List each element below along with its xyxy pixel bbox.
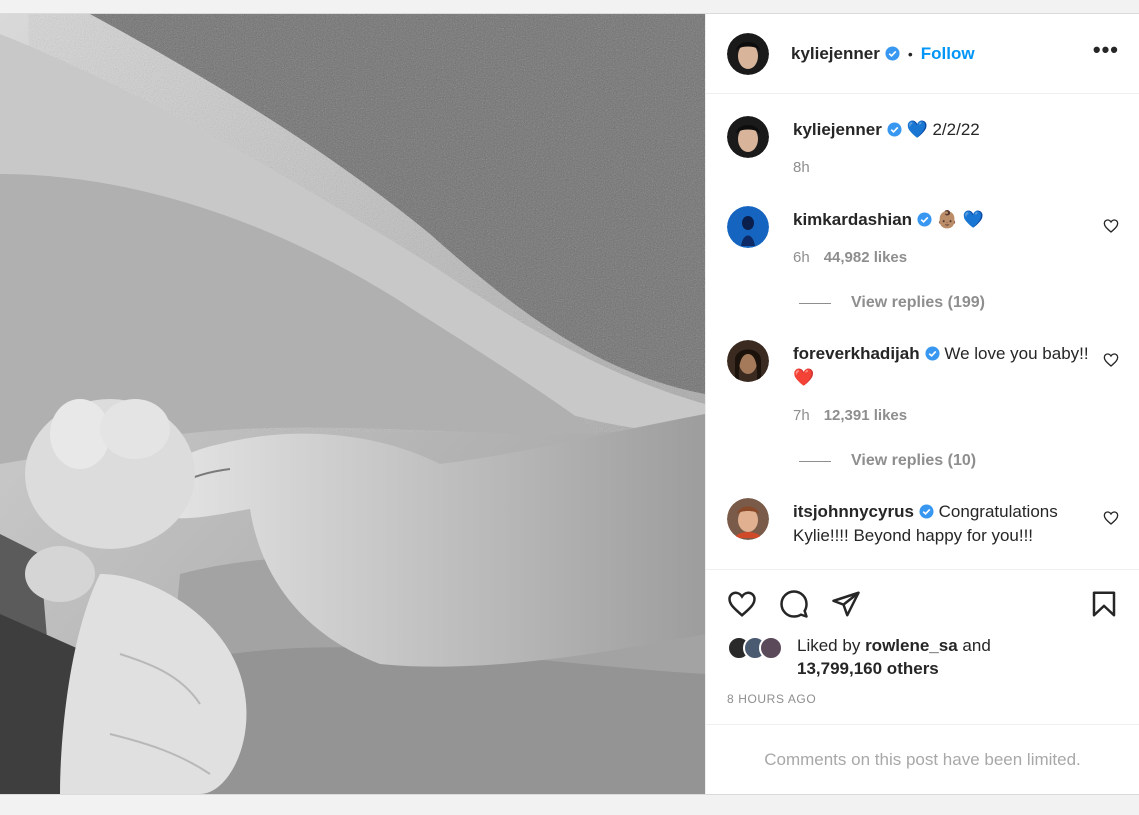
comment: foreverkhadijah We love you baby!! ❤️ 7h… bbox=[727, 340, 1119, 428]
liked-by-avatars bbox=[727, 634, 795, 680]
post-sidebar: kyliejenner • Follow ••• kyliejenner 💙 2… bbox=[705, 14, 1139, 794]
liked-by: Liked by rowlene_sa and 13,799,160 other… bbox=[727, 634, 1119, 680]
paper-plane-icon[interactable] bbox=[831, 589, 861, 619]
bookmark-icon[interactable] bbox=[1089, 589, 1119, 619]
comment-bubble-icon[interactable] bbox=[779, 589, 809, 619]
instagram-post: kyliejenner • Follow ••• kyliejenner 💙 2… bbox=[0, 13, 1139, 795]
avatar[interactable] bbox=[727, 340, 769, 382]
comment-likes[interactable]: 12,391 likes bbox=[824, 407, 907, 424]
comments-limited-notice: Comments on this post have been limited. bbox=[706, 724, 1139, 794]
follow-button[interactable]: Follow bbox=[921, 44, 975, 64]
heart-icon[interactable] bbox=[1103, 510, 1119, 526]
heart-icon[interactable] bbox=[1103, 218, 1119, 234]
header-username[interactable]: kyliejenner bbox=[791, 44, 880, 64]
verified-badge-icon bbox=[887, 122, 902, 137]
avatar[interactable] bbox=[727, 116, 769, 158]
comment-username[interactable]: kimkardashian bbox=[793, 210, 912, 229]
post-actions: Liked by rowlene_sa and 13,799,160 other… bbox=[706, 569, 1139, 724]
avatar[interactable] bbox=[727, 498, 769, 540]
comment-likes[interactable]: 44,982 likes bbox=[824, 249, 907, 266]
post-header: kyliejenner • Follow ••• bbox=[706, 14, 1139, 94]
heart-icon[interactable] bbox=[1103, 352, 1119, 368]
comment-username[interactable]: foreverkhadijah bbox=[793, 344, 920, 363]
view-replies-button[interactable]: View replies (199) bbox=[799, 294, 1119, 312]
separator-dot: • bbox=[907, 45, 913, 62]
comment: itsjohnnycyrus Congratulations Kylie!!!!… bbox=[727, 498, 1119, 548]
avatar[interactable] bbox=[727, 32, 769, 75]
replies-divider bbox=[799, 460, 831, 462]
replies-divider bbox=[799, 302, 831, 304]
liked-by-and: and bbox=[962, 636, 991, 655]
view-replies-label: View replies (10) bbox=[851, 452, 977, 469]
heart-icon[interactable] bbox=[727, 589, 757, 619]
avatar[interactable] bbox=[759, 636, 783, 660]
view-replies-label: View replies (199) bbox=[851, 294, 985, 311]
comment-time[interactable]: 7h bbox=[793, 407, 810, 424]
liked-by-text: Liked by rowlene_sa and 13,799,160 other… bbox=[797, 634, 991, 680]
comment: kimkardashian 👶🏽 💙 6h 44,982 likes bbox=[727, 206, 1119, 270]
liked-by-prefix: Liked by bbox=[797, 636, 861, 655]
baby-hand-photo bbox=[0, 14, 705, 794]
caption: kyliejenner 💙 2/2/22 8h bbox=[727, 116, 1119, 180]
liked-by-user[interactable]: rowlene_sa bbox=[865, 636, 958, 655]
view-replies-button[interactable]: View replies (10) bbox=[799, 452, 1119, 470]
post-timestamp[interactable]: 8 HOURS AGO bbox=[727, 692, 1119, 706]
liked-by-others[interactable]: 13,799,160 others bbox=[797, 659, 939, 678]
caption-time[interactable]: 8h bbox=[793, 159, 810, 176]
comments-list[interactable]: kyliejenner 💙 2/2/22 8h kimkardashian 👶🏽… bbox=[706, 94, 1139, 569]
caption-username[interactable]: kyliejenner bbox=[793, 120, 882, 139]
comment-text: 👶🏽 💙 bbox=[936, 210, 984, 229]
more-options-icon[interactable]: ••• bbox=[1093, 38, 1119, 69]
comment-time[interactable]: 6h bbox=[793, 249, 810, 266]
verified-badge-icon bbox=[917, 212, 932, 227]
caption-text: 2/2/22 bbox=[932, 120, 980, 139]
verified-badge-icon bbox=[919, 504, 934, 519]
caption-emoji: 💙 bbox=[906, 120, 928, 139]
action-bar bbox=[727, 588, 1119, 620]
avatar[interactable] bbox=[727, 206, 769, 248]
verified-badge-icon bbox=[885, 46, 900, 61]
post-photo[interactable] bbox=[0, 14, 705, 794]
comment-username[interactable]: itsjohnnycyrus bbox=[793, 502, 914, 521]
verified-badge-icon bbox=[925, 346, 940, 361]
